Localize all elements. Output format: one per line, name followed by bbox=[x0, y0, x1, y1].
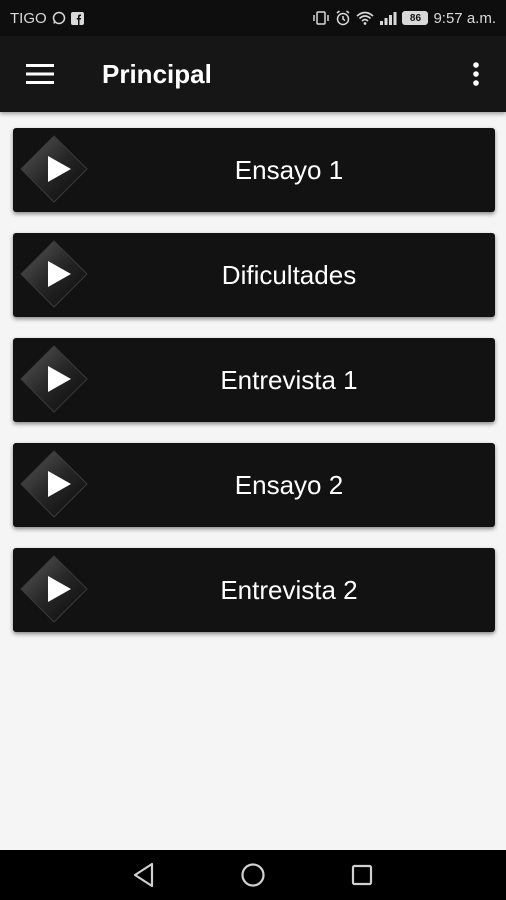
signal-icon bbox=[379, 11, 397, 25]
play-icon bbox=[20, 555, 88, 623]
vibrate-icon bbox=[312, 11, 330, 25]
app-bar: Principal bbox=[0, 36, 506, 112]
list-item-entrevista-2[interactable]: Entrevista 2 bbox=[13, 548, 495, 632]
menu-button[interactable] bbox=[20, 54, 60, 94]
recents-button[interactable] bbox=[342, 855, 382, 895]
overflow-menu-button[interactable] bbox=[456, 54, 496, 94]
list-item-label: Ensayo 1 bbox=[234, 154, 344, 185]
system-nav-bar bbox=[0, 850, 506, 900]
list-item-entrevista-1[interactable]: Entrevista 1 bbox=[13, 338, 495, 422]
home-circle-icon bbox=[241, 863, 265, 887]
whatsapp-icon bbox=[52, 11, 66, 25]
status-right: 86 9:57 a.m. bbox=[312, 10, 496, 27]
back-triangle-icon bbox=[134, 862, 154, 888]
play-icon bbox=[20, 450, 88, 518]
facebook-icon bbox=[70, 11, 84, 25]
list-item-dificultades[interactable]: Dificultades bbox=[13, 233, 495, 317]
status-left: TIGO bbox=[10, 10, 84, 27]
page-title: Principal bbox=[102, 58, 212, 89]
wifi-icon bbox=[356, 11, 374, 25]
back-button[interactable] bbox=[124, 855, 164, 895]
carrier-name: TIGO bbox=[10, 9, 47, 27]
audio-list: Ensayo 1 Dificultades Entrevista 1 Ensay… bbox=[13, 128, 495, 653]
list-item-label: Entrevista 1 bbox=[220, 364, 358, 395]
list-item-ensayo-2[interactable]: Ensayo 2 bbox=[13, 443, 495, 527]
play-icon bbox=[20, 240, 88, 308]
play-icon bbox=[20, 345, 88, 413]
list-item-ensayo-1[interactable]: Ensayo 1 bbox=[13, 128, 495, 212]
list-item-label: Entrevista 2 bbox=[220, 574, 358, 605]
alarm-icon bbox=[335, 10, 351, 26]
list-item-label: Dificultades bbox=[221, 259, 357, 290]
play-icon bbox=[20, 135, 88, 203]
battery-icon: 86 bbox=[402, 11, 429, 25]
home-button[interactable] bbox=[233, 855, 273, 895]
hamburger-menu-icon bbox=[26, 64, 54, 84]
clock: 9:57 a.m. bbox=[433, 9, 496, 27]
list-item-label: Ensayo 2 bbox=[234, 469, 344, 500]
more-vert-icon bbox=[473, 62, 479, 86]
recents-square-icon bbox=[351, 864, 372, 886]
status-bar: TIGO 86 9:57 a.m. bbox=[0, 0, 506, 36]
